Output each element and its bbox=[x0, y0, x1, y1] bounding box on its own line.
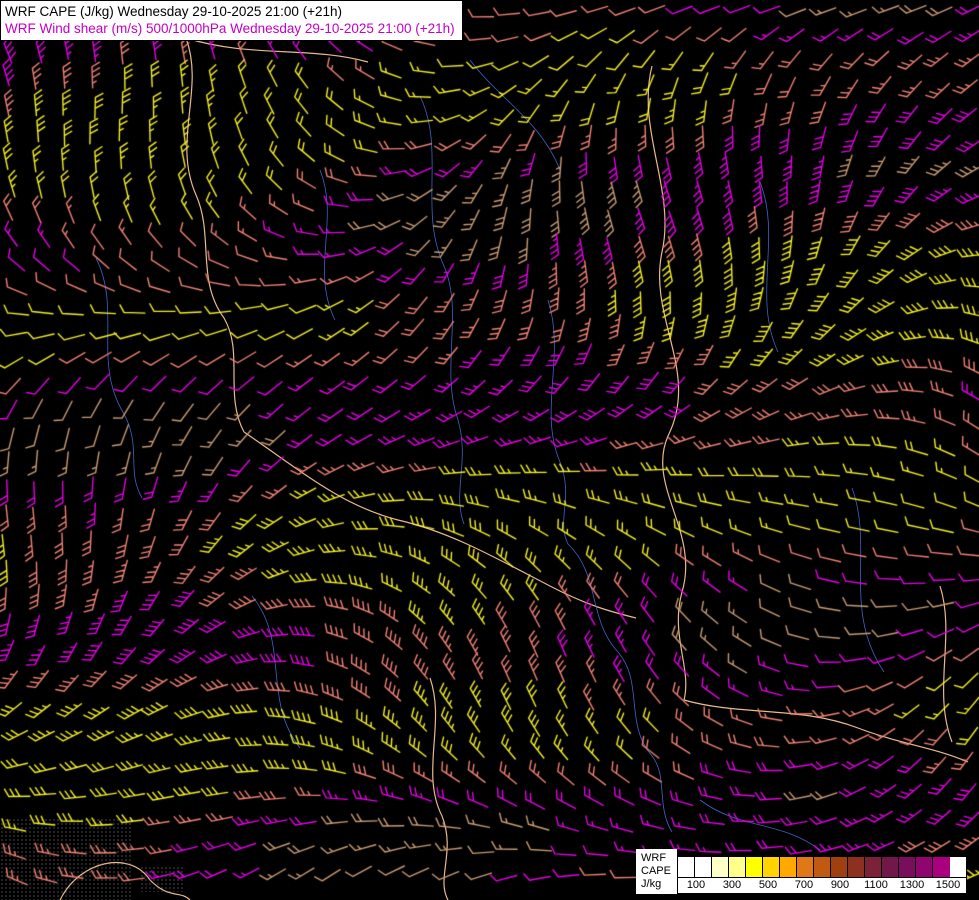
legend-tick-label: 900 bbox=[830, 879, 850, 891]
cape-legend: WRF CAPE J/kg 100 300 500 700 900 1100 1300 150… bbox=[636, 849, 967, 894]
legend-tick-label: 100 bbox=[686, 879, 706, 891]
legend-color-cell bbox=[729, 857, 746, 877]
legend-color-cell bbox=[814, 857, 831, 877]
legend-ticks: 100 300 500 700 900 1100 1300 1500 bbox=[677, 878, 967, 894]
legend-color-cell bbox=[695, 857, 712, 877]
legend-color-cell bbox=[933, 857, 950, 877]
legend-tick-label: 1300 bbox=[899, 879, 925, 891]
legend-body: 100 300 500 700 900 1100 1300 1500 bbox=[677, 856, 967, 894]
legend-tick-label: 500 bbox=[758, 879, 778, 891]
legend-color-cell bbox=[882, 857, 899, 877]
legend-color-cell bbox=[746, 857, 763, 877]
legend-colorbar bbox=[677, 856, 967, 878]
legend-color-cell bbox=[865, 857, 882, 877]
title-box: WRF CAPE (J/kg) Wednesday 29-10-2025 21:… bbox=[0, 0, 463, 41]
legend-color-cell bbox=[780, 857, 797, 877]
legend-param-label: CAPE bbox=[641, 865, 671, 877]
legend-tick-label: 700 bbox=[794, 879, 814, 891]
legend-tick-label: 300 bbox=[722, 879, 742, 891]
legend-color-cell bbox=[797, 857, 814, 877]
legend-unit-label: J/kg bbox=[641, 878, 662, 890]
legend-color-cell bbox=[712, 857, 729, 877]
legend-color-cell bbox=[678, 857, 695, 877]
wrf-map: WRF CAPE (J/kg) Wednesday 29-10-2025 21:… bbox=[0, 0, 979, 900]
legend-tick-label: 1500 bbox=[935, 879, 961, 891]
legend-color-cell bbox=[848, 857, 865, 877]
legend-label-box: WRF CAPE J/kg bbox=[636, 849, 677, 894]
legend-color-cell bbox=[916, 857, 933, 877]
legend-color-cell bbox=[899, 857, 916, 877]
title-line-cape: WRF CAPE (J/kg) Wednesday 29-10-2025 21:… bbox=[5, 4, 343, 19]
barb-canvas bbox=[0, 0, 979, 900]
legend-tick-label: 1100 bbox=[864, 879, 888, 891]
legend-model-label: WRF bbox=[641, 852, 667, 864]
legend-color-cell bbox=[763, 857, 780, 877]
title-line-shear: WRF Wind shear (m/s) 500/1000hPa Wednesd… bbox=[5, 21, 455, 36]
legend-color-cell bbox=[831, 857, 848, 877]
